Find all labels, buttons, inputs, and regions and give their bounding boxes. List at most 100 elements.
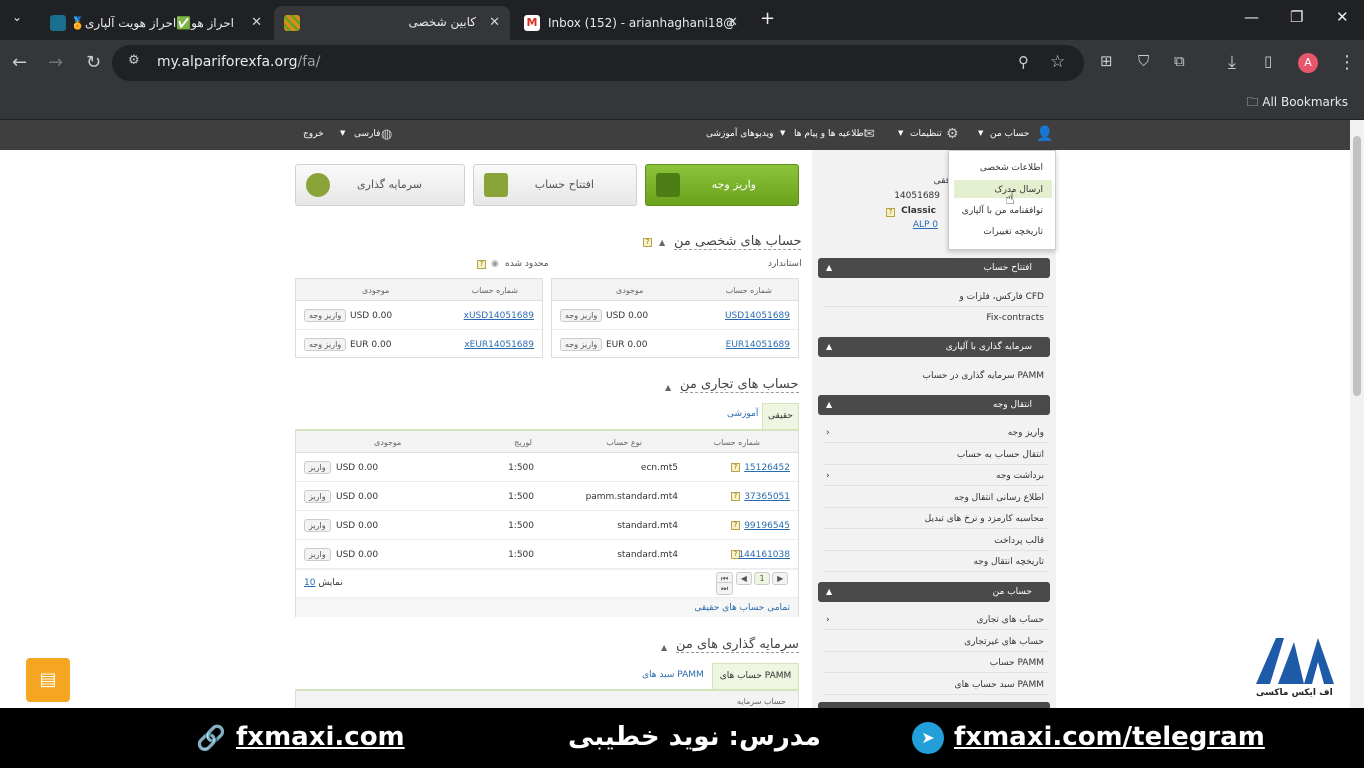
sidepanel-icon[interactable]: ▯	[1264, 52, 1272, 70]
forward-icon[interactable]: →	[48, 52, 63, 73]
nav-videos[interactable]: ویدیوهای آموزشی	[706, 129, 773, 139]
account-link[interactable]: 15126452	[744, 463, 790, 473]
col-account: شماره حساب	[725, 286, 772, 295]
zoom-icon[interactable]: ⚲	[1018, 53, 1029, 71]
invest-button[interactable]: سرمایه گذاری	[295, 164, 465, 206]
sidebar-header-open-account[interactable]: ▲ افتتاح حساب	[818, 258, 1050, 278]
help-icon[interactable]: ?	[886, 208, 895, 217]
row-deposit-button[interactable]: واریز	[304, 490, 331, 503]
menu-item-history[interactable]: تاریخچه تغییرات	[983, 227, 1043, 237]
row-deposit-button[interactable]: واریز	[304, 519, 331, 532]
row-deposit-button[interactable]: واریز	[304, 548, 331, 561]
tab-demo[interactable]: آموزشی	[727, 409, 758, 419]
tab-pamm-index[interactable]: سبد های PAMM	[642, 670, 704, 680]
personal-accounts-table-limited: شماره حساب موجودی xUSD14051689 USD 0.00 …	[295, 278, 543, 358]
sidebar-item-payment-template[interactable]: قالب پرداخت	[994, 536, 1044, 546]
account-link[interactable]: EUR14051689	[726, 340, 790, 350]
download-icon[interactable]: ⤓	[1228, 52, 1236, 73]
nav-settings[interactable]: تنظیمات	[910, 129, 942, 139]
scrollbar-thumb[interactable]	[1353, 136, 1361, 396]
current-page[interactable]: 1	[754, 572, 770, 585]
collapse-arrow-icon[interactable]: ▲	[659, 238, 665, 247]
profile-avatar[interactable]: A	[1298, 53, 1318, 73]
account-link[interactable]: USD14051689	[725, 311, 790, 321]
collapse-arrow-icon[interactable]: ▲	[661, 643, 667, 652]
deposit-button[interactable]: واریز وجه	[645, 164, 799, 206]
nav-my-account[interactable]: حساب من	[990, 129, 1029, 139]
back-icon[interactable]: ←	[12, 52, 27, 73]
tab-real[interactable]: حقیقی	[762, 403, 799, 429]
nav-messages[interactable]: اطلاعیه ها و پیام ها	[794, 129, 866, 139]
minimize-button[interactable]: —	[1244, 8, 1259, 26]
help-icon[interactable]: ?	[643, 238, 652, 247]
row-deposit-button[interactable]: واریز وجه	[304, 309, 347, 322]
sidebar-header-my-account[interactable]: ▲ حساب من	[818, 582, 1050, 602]
tab-alpari-verify[interactable]: احراز هو✅احراز هویت آلپاری🏅 ✕	[40, 6, 272, 40]
profile-number: 14051689	[894, 191, 940, 201]
sidebar-item-pamm-account[interactable]: حساب PAMM	[990, 658, 1044, 668]
site-info-icon[interactable]: ⚙	[128, 53, 140, 68]
reload-icon[interactable]: ↻	[86, 52, 101, 73]
account-type: pamm.standard.mt4	[585, 492, 678, 502]
close-tab-icon[interactable]: ✕	[251, 15, 262, 30]
account-link[interactable]: 144161038	[738, 550, 790, 560]
sidebar-header-invest[interactable]: ▲ سرمایه گذاری با آلپاری	[818, 337, 1050, 357]
open-account-button[interactable]: افتتاح حساب	[473, 164, 637, 206]
help-icon[interactable]: ?	[477, 260, 486, 269]
sidebar-item-forex[interactable]: فارکس، فلزات و CFD	[959, 292, 1044, 302]
translate-icon[interactable]: ⊞	[1100, 52, 1113, 70]
col-account: شماره حساب	[713, 438, 760, 447]
close-window-button[interactable]: ✕	[1336, 8, 1349, 26]
nav-logout[interactable]: خروج	[303, 129, 324, 139]
menu-item-agreement[interactable]: توافقنامه من با آلپاری	[962, 206, 1043, 216]
restore-button[interactable]: ❐	[1290, 8, 1303, 26]
account-link[interactable]: xUSD14051689	[464, 311, 534, 321]
page-scrollbar[interactable]	[1350, 120, 1364, 708]
shield-icon[interactable]: ⛉	[1138, 52, 1149, 70]
sidebar-item-transfer-notice[interactable]: اطلاع رسانی انتقال وجه	[954, 493, 1044, 503]
all-real-accounts-link[interactable]: تمامی حساب های حقیقی	[694, 603, 790, 613]
close-tab-icon[interactable]: ✕	[727, 15, 738, 30]
all-bookmarks[interactable]: 🗀 All Bookmarks	[1246, 93, 1348, 114]
help-icon[interactable]: ?	[731, 521, 740, 530]
page-size-value[interactable]: 10	[304, 578, 315, 588]
bookmark-star-icon[interactable]: ☆	[1050, 52, 1065, 72]
sidebar-header-transfer[interactable]: ▲ انتقال وجه	[818, 395, 1050, 415]
sidebar-item-pamm-portfolio[interactable]: سبد حساب های PAMM	[955, 680, 1044, 690]
tab-search-button[interactable]: ⌄	[12, 10, 22, 24]
tab-pamm-accounts[interactable]: حساب های PAMM	[712, 663, 799, 689]
last-page-icon[interactable]: ⏭	[716, 582, 734, 595]
nav-language[interactable]: فارسی	[354, 129, 380, 139]
sidebar-item-fee-calc[interactable]: محاسبه کارمزد و نرخ های تبدیل	[925, 514, 1044, 524]
row-deposit-button[interactable]: واریز	[304, 461, 331, 474]
row-deposit-button[interactable]: واریز وجه	[560, 338, 603, 351]
collapse-arrow-icon[interactable]: ▲	[665, 383, 671, 392]
menu-item-personal-info[interactable]: اطلاعات شخصی	[980, 163, 1043, 173]
all-bookmarks-label: All Bookmarks	[1262, 95, 1348, 109]
help-icon[interactable]: ?	[731, 463, 740, 472]
sidebar-item-transfer-history[interactable]: تاریخچه انتقال وجه	[973, 557, 1044, 567]
sidebar-item-fix-contracts[interactable]: Fix-contracts	[986, 313, 1044, 323]
tab-personal-cabinet[interactable]: کابین شخصی ✕	[274, 6, 510, 40]
new-tab-button[interactable]: +	[760, 8, 775, 29]
prev-page-icon[interactable]: ◀	[735, 572, 752, 585]
extensions-icon[interactable]: ⧉	[1174, 52, 1185, 70]
alp-points-link[interactable]: ALP 0	[913, 220, 938, 230]
tab-gmail[interactable]: M Inbox (152) - arianhaghani18@ ✕	[514, 6, 748, 40]
row-deposit-button[interactable]: واریز وجه	[304, 338, 347, 351]
sidebar-item-pamm-invest[interactable]: سرمایه گذاری در حساب PAMM	[923, 371, 1044, 381]
menu-icon[interactable]: ⋮	[1338, 52, 1356, 73]
row-deposit-button[interactable]: واریز وجه	[560, 309, 603, 322]
help-icon[interactable]: ?	[731, 492, 740, 501]
menu-item-send-document[interactable]: ارسال مدرک	[995, 185, 1043, 195]
next-page-icon[interactable]: ▶	[772, 572, 789, 585]
sidebar-item-internal-transfer[interactable]: انتقال حساب به حساب	[957, 450, 1044, 460]
chevron-down-icon: ▼	[780, 129, 786, 137]
close-tab-icon[interactable]: ✕	[489, 15, 500, 30]
account-link[interactable]: 99196545	[744, 521, 790, 531]
account-link[interactable]: 37365051	[744, 492, 790, 502]
sidebar-item-nontrading-accounts[interactable]: حساب های غیرتجاری	[964, 637, 1044, 647]
address-bar[interactable]: ⚙ my.alpariforexfa.org/fa/ ⚲ ☆	[112, 45, 1084, 81]
account-link[interactable]: xEUR14051689	[464, 340, 534, 350]
chat-button[interactable]: ▤	[26, 658, 70, 702]
